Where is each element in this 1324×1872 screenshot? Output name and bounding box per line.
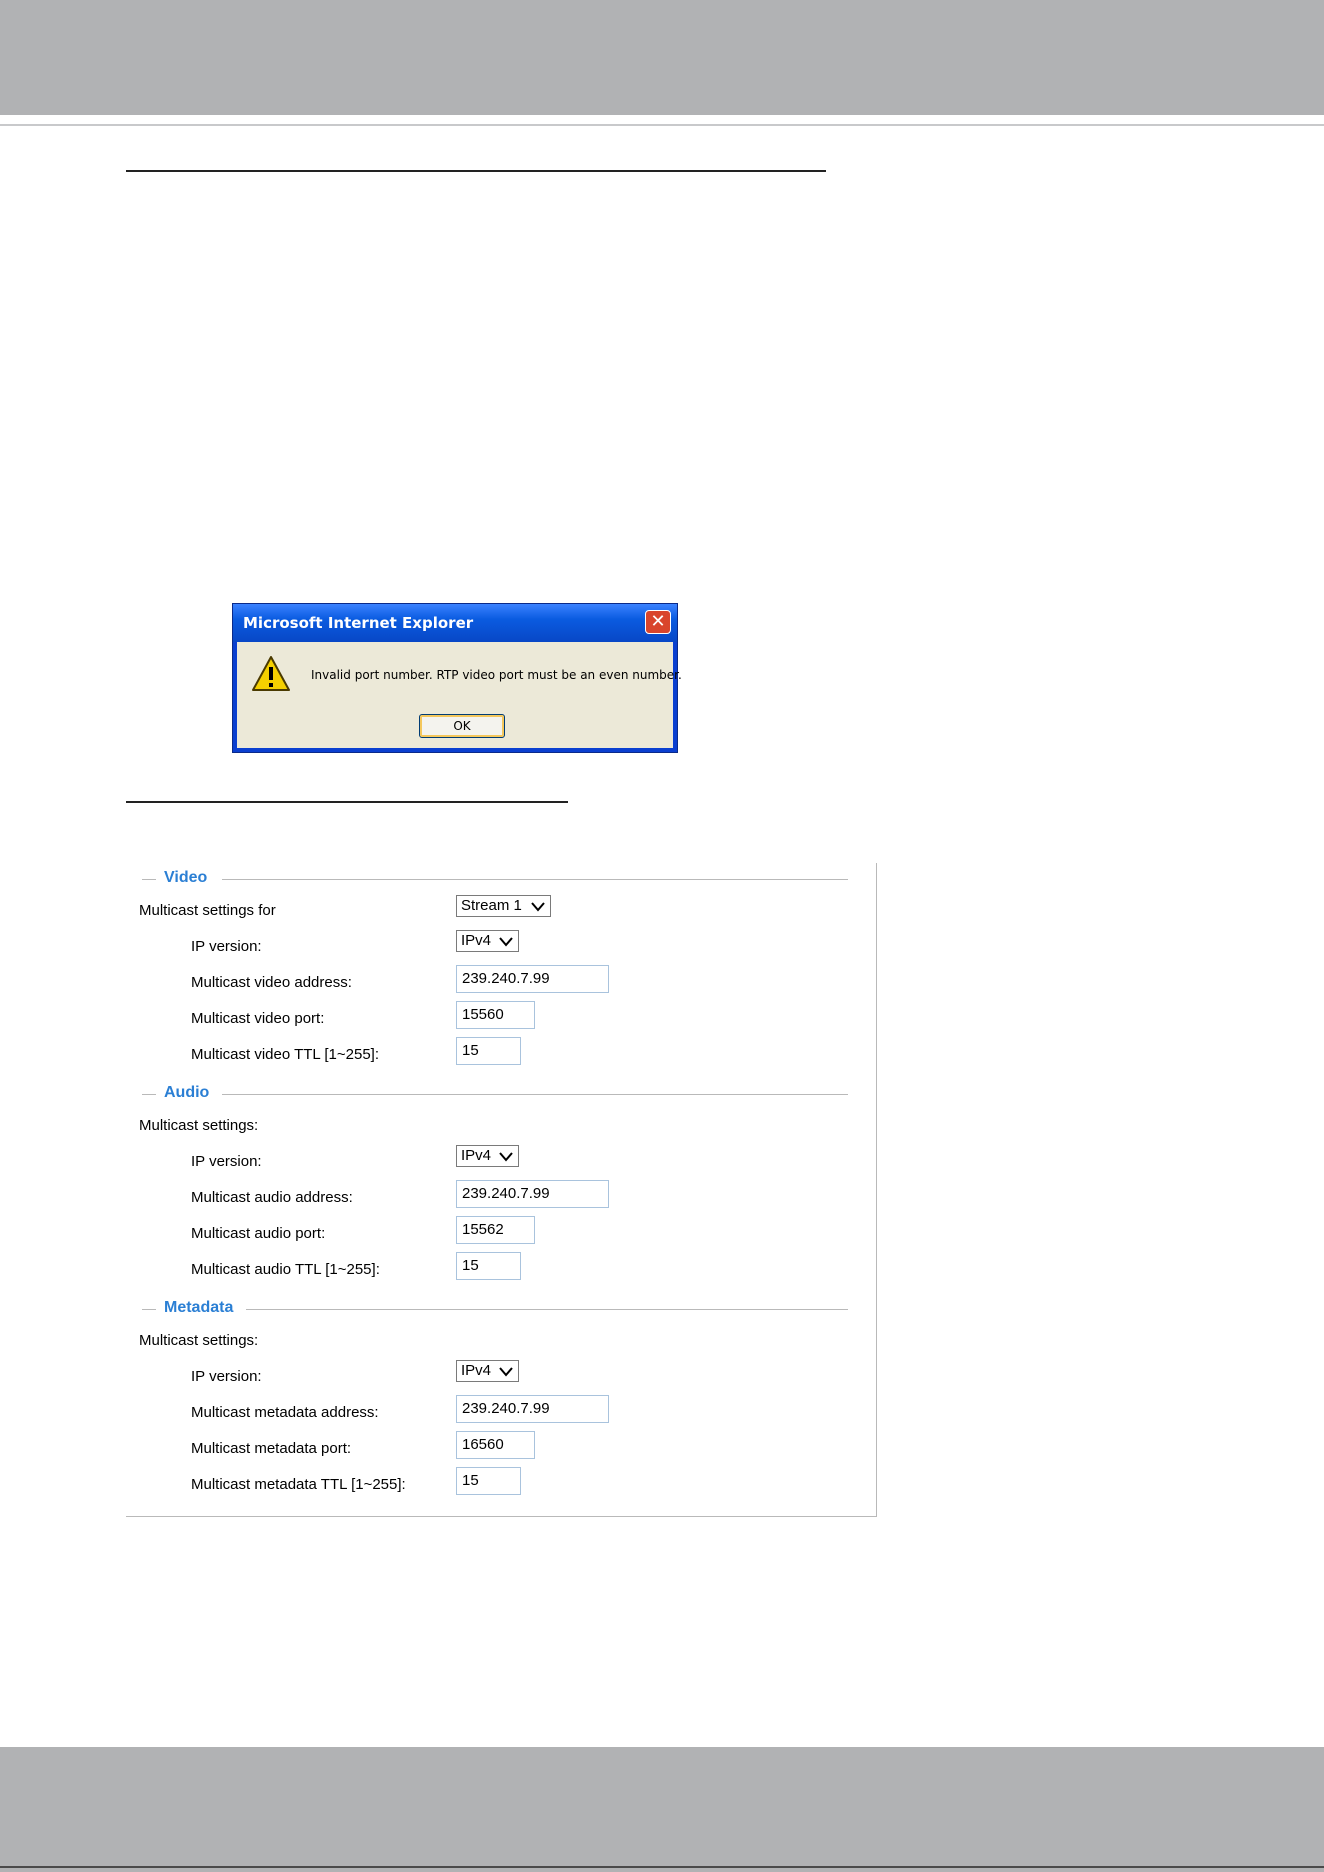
audio-ttl-input[interactable]: 15 xyxy=(456,1252,521,1280)
warning-icon xyxy=(252,656,290,691)
section-header-metadata: Metadata xyxy=(142,1299,848,1319)
video-ip-version-label: IP version: xyxy=(191,938,262,955)
video-ttl-input[interactable]: 15 xyxy=(456,1037,521,1065)
chevron-down-icon xyxy=(499,1152,513,1162)
dialog-title: Microsoft Internet Explorer xyxy=(243,614,474,632)
metadata-port-input[interactable]: 16560 xyxy=(456,1431,535,1459)
video-ip-version-select[interactable]: IPv4 xyxy=(456,930,519,952)
footer-divider xyxy=(0,1866,1324,1868)
audio-ip-version-label: IP version: xyxy=(191,1153,262,1170)
heading-underline-1 xyxy=(126,170,826,172)
chevron-down-icon xyxy=(499,937,513,947)
video-address-input[interactable]: 239.240.7.99 xyxy=(456,965,609,993)
audio-address-label: Multicast audio address: xyxy=(191,1189,353,1206)
audio-address-input[interactable]: 239.240.7.99 xyxy=(456,1180,609,1208)
metadata-ttl-input[interactable]: 15 xyxy=(456,1467,521,1495)
chevron-down-icon xyxy=(531,902,545,912)
dialog-titlebar[interactable]: Microsoft Internet Explorer ✕ xyxy=(233,604,677,642)
video-address-label: Multicast video address: xyxy=(191,974,352,991)
chevron-down-icon xyxy=(499,1367,513,1377)
header-divider xyxy=(0,124,1324,126)
heading-underline-2 xyxy=(126,801,568,803)
section-title-metadata: Metadata xyxy=(164,1299,234,1316)
stream-select[interactable]: Stream 1 xyxy=(456,895,551,917)
audio-port-input[interactable]: 15562 xyxy=(456,1216,535,1244)
video-ttl-label: Multicast video TTL [1~255]: xyxy=(191,1046,380,1063)
metadata-address-input[interactable]: 239.240.7.99 xyxy=(456,1395,609,1423)
metadata-ip-version-label: IP version: xyxy=(191,1368,262,1385)
audio-port-label: Multicast audio port: xyxy=(191,1225,326,1242)
section-title-video: Video xyxy=(164,869,208,886)
page-footer-band xyxy=(0,1747,1324,1872)
close-icon: ✕ xyxy=(650,611,666,632)
audio-settings-label: Multicast settings: xyxy=(139,1117,259,1134)
page-header-band xyxy=(0,0,1324,115)
audio-ttl-label: Multicast audio TTL [1~255]: xyxy=(191,1261,380,1278)
video-port-input[interactable]: 15560 xyxy=(456,1001,535,1029)
section-title-audio: Audio xyxy=(164,1084,210,1101)
metadata-settings-label: Multicast settings: xyxy=(139,1332,259,1349)
metadata-ttl-label: Multicast metadata TTL [1~255]: xyxy=(191,1476,406,1493)
alert-dialog: Microsoft Internet Explorer ✕ Invalid po… xyxy=(232,603,682,753)
metadata-ip-version-select[interactable]: IPv4 xyxy=(456,1360,519,1382)
metadata-address-label: Multicast metadata address: xyxy=(191,1404,379,1421)
dialog-body: Invalid port number. RTP video port must… xyxy=(237,642,682,748)
video-settings-for-label: Multicast settings for xyxy=(139,902,276,919)
ok-button[interactable]: OK xyxy=(419,714,505,738)
section-header-audio: Audio xyxy=(142,1084,848,1104)
metadata-port-label: Multicast metadata port: xyxy=(191,1440,352,1457)
dialog-message: Invalid port number. RTP video port must… xyxy=(311,668,682,682)
close-button[interactable]: ✕ xyxy=(645,610,671,634)
section-header-video: Video xyxy=(142,869,848,889)
audio-ip-version-select[interactable]: IPv4 xyxy=(456,1145,519,1167)
video-port-label: Multicast video port: xyxy=(191,1010,325,1027)
